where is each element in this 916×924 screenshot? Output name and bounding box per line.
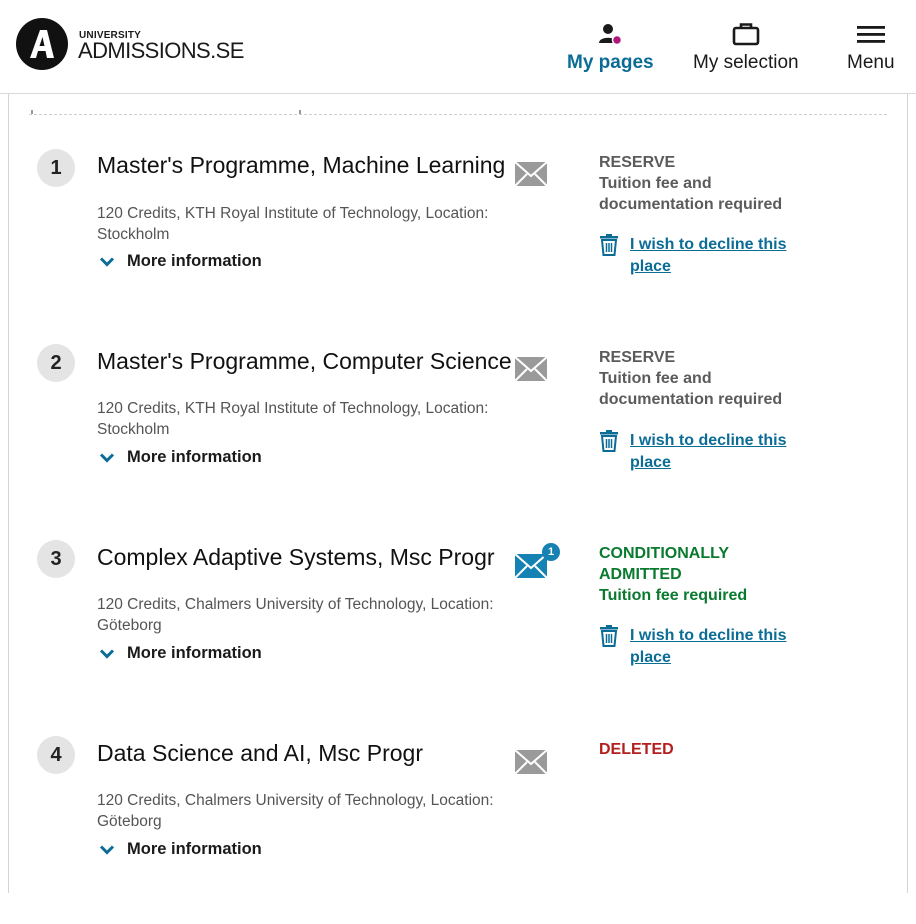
trash-icon [600,430,618,452]
decline-place-label: I wish to decline this place [630,236,787,275]
envelope-icon[interactable] [514,356,548,382]
decline-place-label: I wish to decline this place [630,432,787,471]
more-information-toggle[interactable]: More information [99,644,262,663]
chevron-down-icon [99,452,115,463]
status-title: RESERVE [599,154,676,171]
envelope-icon[interactable] [514,749,548,775]
programme-details: 120 Credits, Chalmers University of Tech… [97,792,494,830]
rank-number: 1 [37,149,75,187]
chevron-down-icon [99,648,115,659]
status-block: RESERVE Tuition fee and documentation re… [599,152,819,215]
programme-details: 120 Credits, KTH Royal Institute of Tech… [97,400,489,438]
programme-title[interactable]: Data Science and AI, Msc Progr [97,740,423,767]
programme-details: 120 Credits, KTH Royal Institute of Tech… [97,205,489,243]
logo-text-big: ADMISSIONS.SE [78,37,244,63]
status-title: CONDITIONALLY ADMITTED [599,545,729,583]
more-information-toggle[interactable]: More information [99,448,262,467]
status-title: DELETED [599,741,674,758]
status-note: Tuition fee required [599,587,748,604]
more-information-label: More information [127,840,262,858]
envelope-icon[interactable] [514,161,548,187]
programme-title[interactable]: Master's Programme, Computer Science [97,348,512,375]
programme-title[interactable]: Master's Programme, Machine Learning [97,152,505,179]
rank-number: 2 [37,344,75,382]
application-row: 3 Complex Adaptive Systems, Msc Progr 1 … [9,538,907,728]
rank-number: 4 [37,736,75,774]
nav-my-selection[interactable]: My selection [693,22,799,74]
decline-place-link[interactable]: I wish to decline this place [599,234,805,278]
status-block: RESERVE Tuition fee and documentation re… [599,347,819,410]
nav-menu-label: Menu [847,52,895,73]
user-icon [599,24,623,46]
application-row: 4 Data Science and AI, Msc Progr 120 Cre… [9,734,907,924]
chevron-down-icon [99,256,115,267]
more-information-toggle[interactable]: More information [99,840,262,859]
trash-icon [600,625,618,647]
programme-details: 120 Credits, Chalmers University of Tech… [97,596,494,634]
nav-my-pages[interactable]: My pages [567,22,654,74]
status-block: CONDITIONALLY ADMITTED Tuition fee requi… [599,543,749,606]
briefcase-icon [732,23,760,46]
chevron-down-icon [99,844,115,855]
application-row: 1 Master's Programme, Machine Learning 1… [9,146,907,336]
application-row: 2 Master's Programme, Computer Science 1… [9,342,907,532]
rank-number: 3 [37,540,75,578]
message-count-badge: 1 [542,543,560,561]
status-block: DELETED [599,739,819,760]
trash-icon [600,234,618,256]
divider [29,110,887,115]
more-information-toggle[interactable]: More information [99,252,262,271]
site-logo[interactable]: UNIVERSITY ADMISSIONS.SE [16,18,244,70]
decline-place-label: I wish to decline this place [630,627,787,666]
more-information-label: More information [127,644,262,662]
nav-my-pages-label: My pages [567,52,654,73]
programme-title[interactable]: Complex Adaptive Systems, Msc Progr [97,544,495,571]
status-title: RESERVE [599,349,676,366]
decline-place-link[interactable]: I wish to decline this place [599,430,805,474]
divider-mark [31,110,33,114]
nav-menu[interactable]: Menu [847,22,895,74]
divider-mark [299,110,301,114]
nav-my-selection-label: My selection [693,52,799,73]
status-note: Tuition fee and documentation required [599,370,783,408]
more-information-label: More information [127,252,262,270]
applications-panel: 1 Master's Programme, Machine Learning 1… [8,93,908,893]
status-note: Tuition fee and documentation required [599,175,783,213]
site-header: UNIVERSITY ADMISSIONS.SE My pages My sel… [0,0,916,94]
decline-place-link[interactable]: I wish to decline this place [599,625,805,669]
logo-mark-icon [16,18,68,70]
hamburger-menu-icon [856,26,885,43]
more-information-label: More information [127,448,262,466]
